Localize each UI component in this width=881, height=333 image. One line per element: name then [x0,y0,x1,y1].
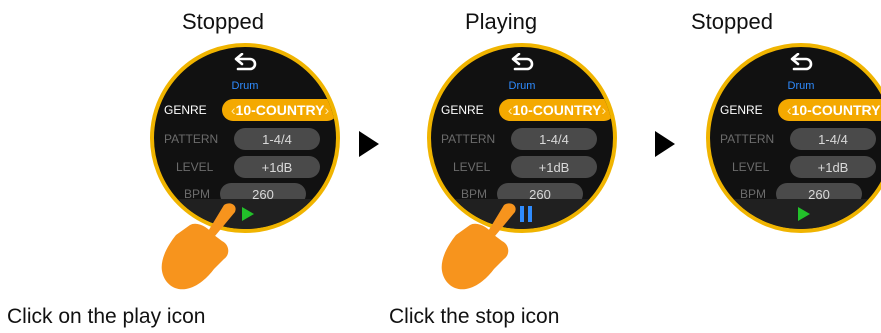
chevron-right-icon[interactable]: › [324,102,329,118]
back-icon[interactable] [230,53,260,75]
genre-label: GENRE [164,103,207,117]
genre-selector[interactable]: ‹ 10-COUNTRY › [222,99,336,121]
chevron-right-icon[interactable]: › [601,102,606,118]
genre-selector[interactable]: ‹ 10-COUNTRY › [499,99,613,121]
panel-title: Drum [231,80,259,92]
right-arrow-icon [655,131,675,157]
genre-value: 10-COUNTRY [235,102,325,118]
pattern-value[interactable]: 1-4/4 [511,128,597,150]
level-value[interactable]: +1dB [511,156,597,178]
genre-label: GENRE [720,103,763,117]
play-icon[interactable] [797,206,811,222]
caption-stop: Click the stop icon [389,305,560,328]
transport-bar [710,199,881,229]
level-label: LEVEL [453,160,491,174]
pattern-label: PATTERN [441,132,496,146]
panel-title: Drum [508,80,536,92]
pattern-value[interactable]: 1-4/4 [234,128,320,150]
pattern-value[interactable]: 1-4/4 [790,128,876,150]
right-arrow-icon [359,131,379,157]
state-title-stopped: Stopped [182,9,264,34]
state-title-stopped-final: Stopped [691,9,773,34]
genre-label: GENRE [441,103,484,117]
pattern-label: PATTERN [164,132,219,146]
level-label: LEVEL [732,160,770,174]
genre-selector[interactable]: ‹ 10-COUNTRY › [778,99,881,121]
back-icon[interactable] [786,53,816,75]
panel-title: Drum [787,80,815,92]
pattern-label: PATTERN [720,132,775,146]
pointing-hand-icon [161,203,236,290]
level-label: LEVEL [176,160,214,174]
level-value[interactable]: +1dB [234,156,320,178]
genre-value: 10-COUNTRY [791,102,881,118]
state-title-playing: Playing [465,9,538,34]
genre-value: 10-COUNTRY [512,102,602,118]
back-icon[interactable] [507,53,537,75]
drum-panel-stopped-final: Drum GENRE ‹ 10-COUNTRY › PATTERN 1-4/4 … [706,43,881,233]
pointing-hand-icon [441,203,516,290]
level-value[interactable]: +1dB [790,156,876,178]
caption-play: Click on the play icon [7,305,206,328]
